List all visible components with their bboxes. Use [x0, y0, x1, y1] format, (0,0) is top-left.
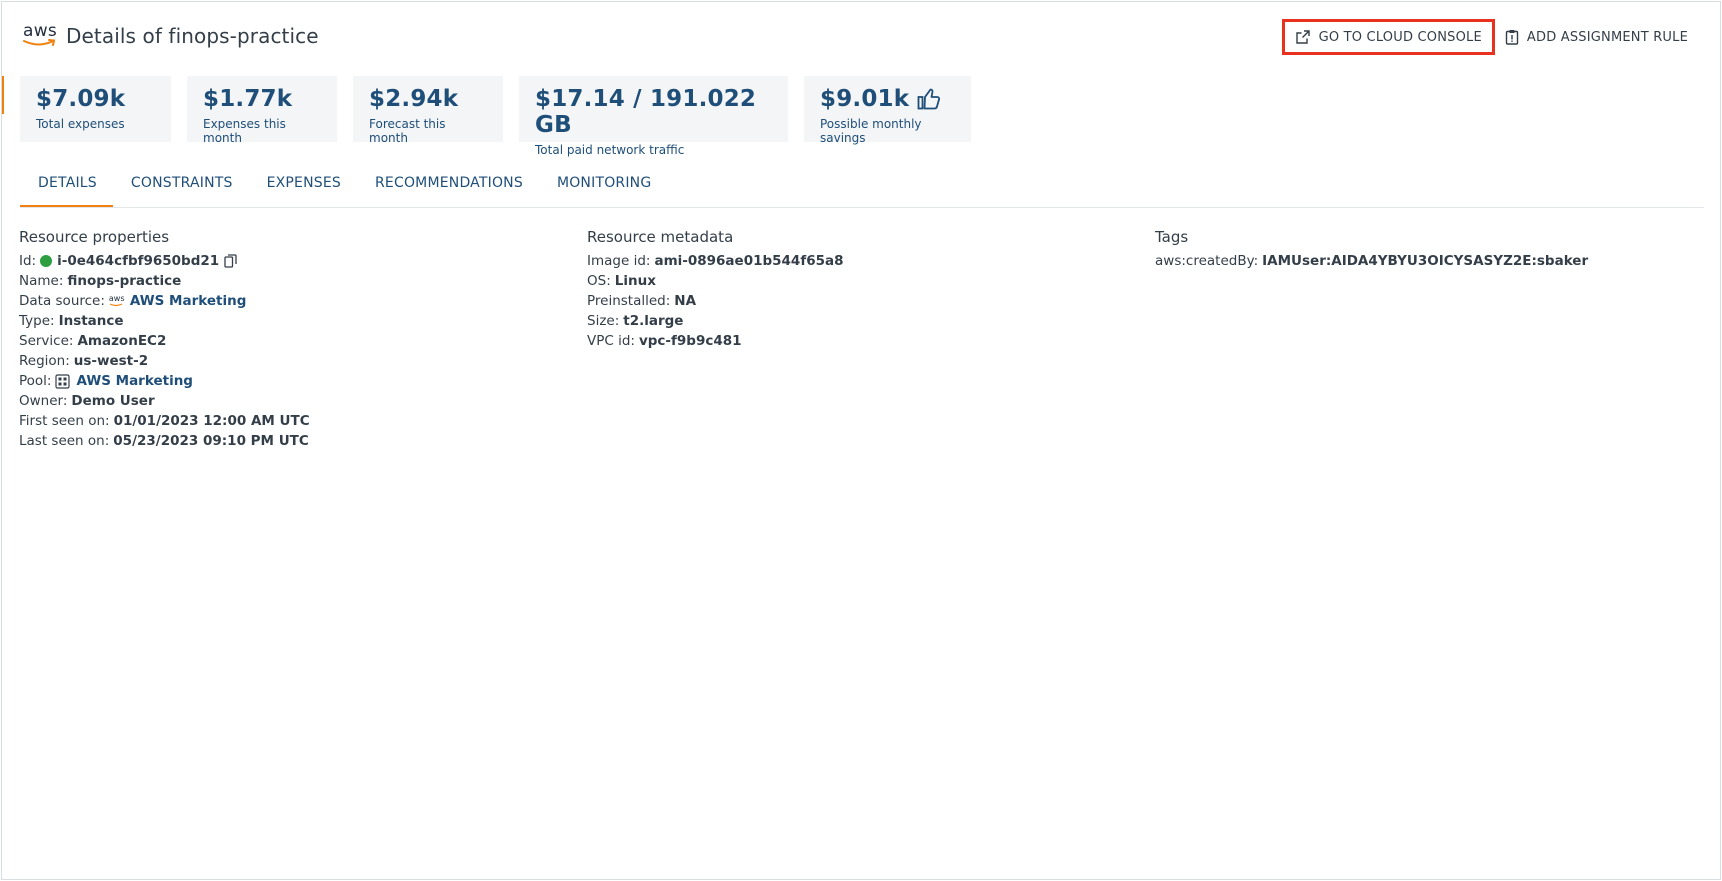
property-data-source: Data source: aws AWS Marketing	[19, 291, 247, 311]
tab-details[interactable]: DETAILS	[20, 162, 113, 207]
stat-card-total-expenses: $7.09k Total expenses	[20, 76, 171, 142]
page-frame: aws Details of finops-practice GO TO CLO…	[1, 1, 1721, 880]
tab-monitoring[interactable]: MONITORING	[539, 162, 667, 207]
metadata-size: Size: t2.large	[587, 313, 684, 329]
property-region: Region: us-west-2	[19, 353, 149, 369]
tab-expenses[interactable]: EXPENSES	[249, 162, 357, 207]
page-header: aws Details of finops-practice	[22, 22, 319, 50]
data-source-link[interactable]: AWS Marketing	[130, 291, 246, 311]
property-last-seen: Last seen on: 05/23/2023 09:10 PM UTC	[19, 433, 309, 449]
stat-value-row: $9.01k	[820, 86, 955, 112]
resource-properties-section: Resource properties Id: i-0e464cfbf9650b…	[19, 228, 310, 451]
go-to-cloud-console-button[interactable]: GO TO CLOUD CONSOLE	[1281, 19, 1495, 55]
stat-value: $2.94k	[369, 86, 459, 112]
property-name: Name: finops-practice	[19, 273, 182, 289]
tag-created-by: aws:createdBy: IAMUser:AIDA4YBYU3OICYSAS…	[1155, 253, 1589, 269]
copy-icon[interactable]	[224, 254, 237, 268]
pool-link[interactable]: AWS Marketing	[76, 371, 192, 391]
property-id: Id: i-0e464cfbf9650bd21	[19, 251, 310, 271]
status-active-icon	[40, 255, 53, 267]
property-pool: Pool: AWS Marketing	[19, 371, 193, 391]
stat-label: Expenses this month	[203, 117, 286, 145]
stat-label: Possible monthly savings	[820, 117, 922, 145]
property-first-seen: First seen on: 01/01/2023 12:00 AM UTC	[19, 413, 310, 429]
section-title: Resource metadata	[587, 228, 734, 246]
stat-label: Total paid network traffic	[535, 143, 685, 157]
section-title: Tags	[1155, 228, 1189, 246]
metadata-os: OS: Linux	[587, 273, 656, 289]
stat-card-network-traffic: $17.14 / 191.022 GB Total paid network t…	[519, 76, 788, 157]
stat-card-expenses-this-month: $1.77k Expenses this month	[187, 76, 337, 145]
metadata-preinstalled: Preinstalled: NA	[587, 293, 697, 309]
metadata-vpc-id: VPC id: vpc-f9b9c481	[587, 333, 742, 349]
add-assignment-rule-button[interactable]: ADD ASSIGNMENT RULE	[1495, 19, 1698, 55]
tags-section: Tags aws:createdBy: IAMUser:AIDA4YBYU3OI…	[1155, 228, 1588, 271]
property-type: Type: Instance	[19, 313, 124, 329]
stat-cards: $7.09k Total expenses $1.77k Expenses th…	[20, 76, 971, 157]
external-link-icon	[1295, 30, 1310, 44]
tab-recommendations[interactable]: RECOMMENDATIONS	[357, 162, 539, 207]
stat-label: Forecast this month	[369, 117, 446, 145]
property-owner: Owner: Demo User	[19, 393, 155, 409]
stat-card-possible-savings[interactable]: $9.01k Possible monthly savings	[804, 76, 971, 145]
tab-constraints[interactable]: CONSTRAINTS	[113, 162, 249, 207]
thumbs-up-icon	[917, 88, 941, 110]
metadata-image-id: Image id: ami-0896ae01b544f65a8	[587, 253, 844, 269]
stat-card-forecast-this-month: $2.94k Forecast this month	[353, 76, 503, 145]
header-actions: GO TO CLOUD CONSOLE ADD ASSIGNMENT RULE	[1281, 19, 1698, 55]
aws-logo-icon: aws	[22, 22, 58, 50]
stat-value: $1.77k	[203, 86, 293, 112]
page-title: Details of finops-practice	[66, 24, 319, 48]
left-accent-bar	[2, 76, 4, 114]
property-service: Service: AmazonEC2	[19, 333, 167, 349]
stat-value: $7.09k	[36, 86, 126, 112]
section-title: Resource properties	[19, 228, 170, 246]
pool-icon	[55, 373, 71, 389]
tab-bar: DETAILS CONSTRAINTS EXPENSES RECOMMENDAT…	[20, 162, 1704, 208]
resource-metadata-section: Resource metadata Image id: ami-0896ae01…	[587, 228, 844, 351]
stat-value: $9.01k	[820, 86, 910, 112]
stat-value: $17.14 / 191.022 GB	[535, 86, 757, 138]
stat-label: Total expenses	[36, 117, 125, 131]
aws-logo-icon: aws	[109, 295, 125, 307]
assignment-icon	[1505, 30, 1519, 45]
